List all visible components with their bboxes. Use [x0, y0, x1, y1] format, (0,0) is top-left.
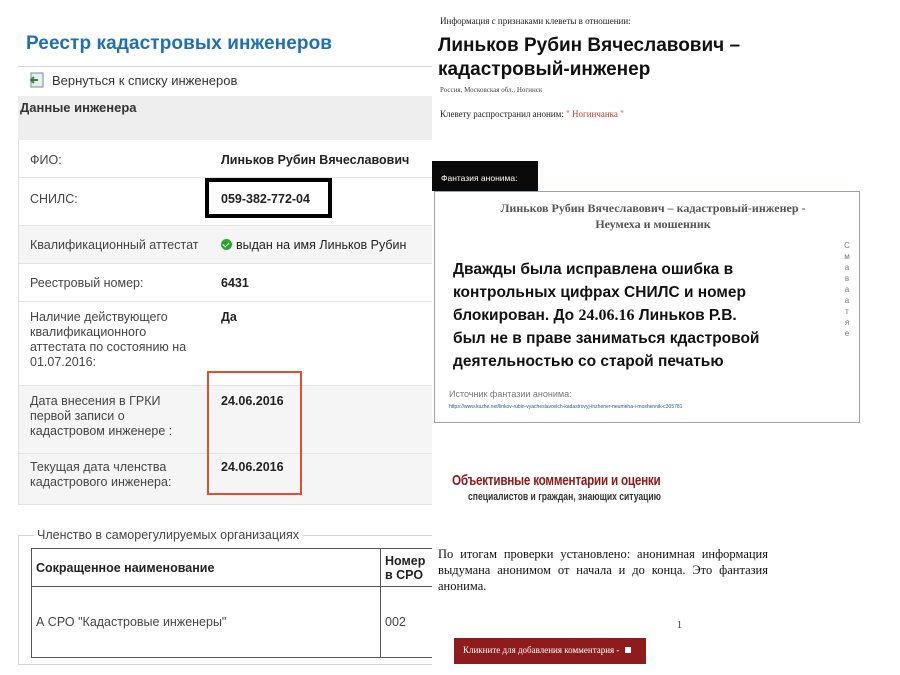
overlay-line: контрольных цифрах СНИЛС и номер — [453, 284, 746, 301]
row-value: выдан на имя Линьков Рубин — [221, 238, 406, 253]
article-headline: Линьков Рубин Вячеславович – кадастровый… — [438, 34, 740, 82]
overlay-part: Линьков Р.В. — [634, 307, 737, 324]
check-circle-icon — [221, 239, 232, 250]
engineer-registry-panel: Реестр кадастровых инженеров Вернуться к… — [0, 0, 432, 675]
col-header-name: Сокращенное наименование — [31, 547, 381, 588]
info-caption: Информация с признаками клеветы в отноше… — [440, 16, 631, 26]
objective-title: Объективные комментарии и оценки — [452, 472, 661, 489]
row-value: 6431 — [221, 276, 249, 290]
overlay-line: Дважды была исправлена ошибка в — [453, 261, 734, 278]
fantasy-title: Линьков Рубин Вячеславович – кадастровый… — [500, 201, 806, 231]
overlay-date: 24.06.16 — [578, 307, 635, 324]
divider — [18, 66, 432, 67]
source-link[interactable]: https://www.kuzhe.net/linkov-rubin-vyach… — [449, 404, 682, 410]
sro-number-cell: 002 — [380, 586, 432, 658]
certificate-value: выдан на имя Линьков Рубин — [236, 238, 407, 252]
row-label: Дата внесения в ГРКИ первой записи о кад… — [30, 394, 173, 438]
row-label: СНИЛС: — [30, 192, 78, 206]
row-value: Линьков Рубин Вячеславович — [221, 153, 410, 167]
col-header-number: Номер в СРО — [380, 547, 432, 588]
spreader-label: Клевету распространил аноним: — [440, 109, 564, 119]
section-title: Данные инженера — [20, 100, 137, 115]
row-certificate: Квалификационный аттестат выдан на имя Л… — [19, 226, 432, 264]
sro-table: Сокращенное наименование Номер в СРО А С… — [31, 547, 432, 658]
registry-title: Реестр кадастровых инженеров — [26, 33, 333, 54]
back-link-label: Вернуться к списку инженеров — [52, 72, 238, 88]
row-label: Наличие действующего квалификационного а… — [30, 310, 187, 369]
spreader-line: Клевету распространил аноним: " Ногинчан… — [440, 109, 624, 119]
row-value: Да — [221, 310, 237, 324]
defamation-article-panel: Информация с признаками клеветы в отноше… — [432, 0, 900, 675]
overlay-part: блокирован. До — [453, 307, 579, 324]
square-icon — [625, 647, 632, 653]
row-registry-number: Реестровый номер: 6431 — [19, 264, 432, 302]
row-label: Реестровый номер: — [30, 276, 144, 290]
dates-highlight-box — [207, 371, 302, 495]
snils-highlight-box — [205, 178, 332, 218]
fantasy-tab: Фантазия анонима: — [432, 161, 538, 191]
add-comment-label: Кликните для добавления комментария - — [463, 645, 620, 655]
back-to-list-link[interactable]: Вернуться к списку инженеров — [28, 71, 237, 89]
headline-line-1: Линьков Рубин Вячеславович – — [438, 35, 741, 56]
spreader-nick[interactable]: " Ногинчанка " — [566, 109, 624, 119]
objective-subtitle: специалистов и граждан, знающих ситуацию — [468, 491, 662, 503]
correction-overlay-text: Дважды была исправлена ошибка в контроль… — [453, 258, 858, 373]
sro-legend: Членство в саморегулируемых организациях — [34, 528, 302, 542]
overlay-line: был не в праве заниматься кдастровой — [453, 330, 760, 347]
row-label: Текущая дата членства кадастрового инжен… — [30, 460, 172, 489]
row-fio: ФИО: Линьков Рубин Вячеславович — [19, 140, 432, 178]
overlay-line: деятельностью со старой печатью — [453, 353, 724, 370]
row-label: Квалификационный аттестат — [30, 238, 199, 252]
sro-name-cell: А СРО "Кадастровые инженеры" — [31, 586, 381, 658]
section-header: Данные инженера — [18, 96, 432, 140]
page-number: 1 — [677, 620, 682, 631]
fantasy-box: Линьков Рубин Вячеславович – кадастровый… — [434, 191, 860, 423]
table-row: А СРО "Кадастровые инженеры" 002 — [31, 586, 432, 658]
source-label: Источник фантазии анонима: — [449, 389, 572, 399]
verdict-text: По итогам проверки установлено: анонимна… — [438, 547, 768, 593]
back-arrow-icon — [28, 71, 46, 89]
add-comment-button[interactable]: Кликните для добавления комментария - — [454, 638, 646, 664]
headline-line-2: кадастровый-инженер — [438, 59, 651, 80]
row-label: ФИО: — [30, 153, 62, 167]
location-text: Россия, Московская обл., Ногинск — [440, 86, 543, 94]
table-header-row: Сокращенное наименование Номер в СРО — [31, 547, 432, 588]
overlay-line: блокирован. До 24.06.16 Линьков Р.В. — [453, 304, 858, 327]
